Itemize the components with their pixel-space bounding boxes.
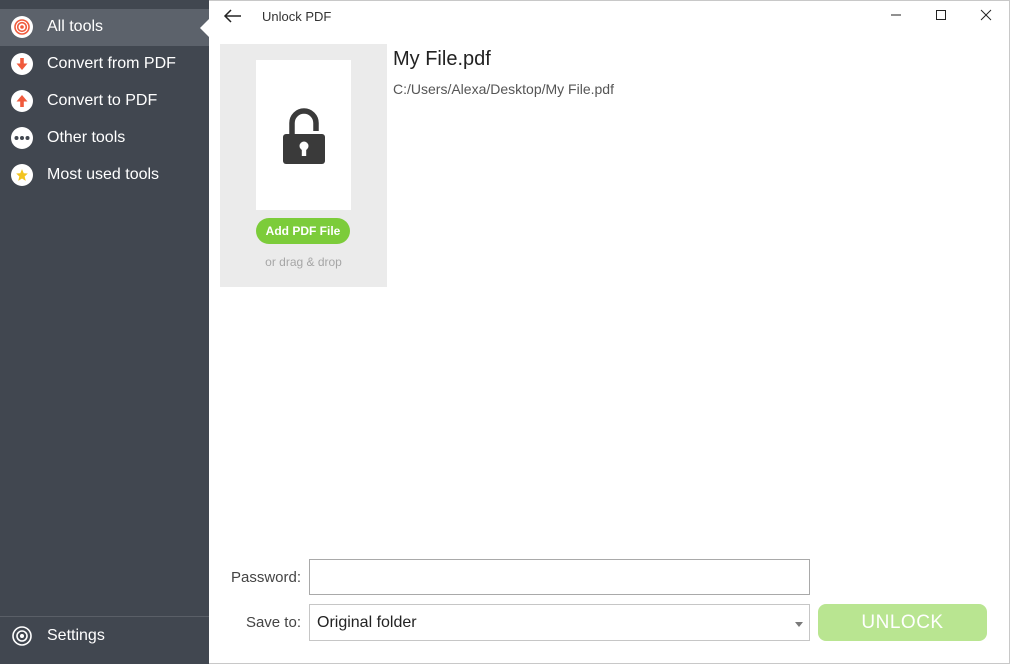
- arrow-down-icon: [11, 53, 33, 75]
- active-indicator: [200, 19, 209, 37]
- password-input[interactable]: [309, 559, 810, 595]
- sidebar-item-all-tools[interactable]: All tools: [0, 9, 209, 46]
- maximize-button[interactable]: [919, 0, 963, 30]
- sidebar-item-label: Settings: [47, 627, 105, 644]
- unlock-icon: [283, 108, 325, 164]
- save-to-label: Save to:: [245, 614, 301, 631]
- window-border: [209, 0, 1010, 1]
- pdf-page-preview: [256, 60, 351, 210]
- file-path: C:/Users/Alexa/Desktop/My File.pdf: [393, 81, 614, 97]
- drag-drop-hint: or drag & drop: [265, 255, 342, 269]
- add-pdf-file-button[interactable]: Add PDF File: [256, 218, 350, 244]
- close-icon: [980, 9, 992, 21]
- sidebar-item-label: Most used tools: [47, 166, 160, 183]
- gear-icon: [11, 625, 33, 647]
- sidebar-item-settings[interactable]: Settings: [0, 618, 209, 655]
- sidebar-item-convert-from-pdf[interactable]: Convert from PDF: [0, 46, 209, 83]
- sidebar-item-label: Convert from PDF: [47, 55, 176, 72]
- save-to-dropdown[interactable]: Original folder: [309, 604, 810, 641]
- sidebar-item-convert-to-pdf[interactable]: Convert to PDF: [0, 83, 209, 120]
- back-arrow-icon: [223, 9, 241, 23]
- back-button[interactable]: [221, 4, 245, 28]
- sidebar-item-most-used-tools[interactable]: Most used tools: [0, 157, 209, 194]
- sidebar-item-label: Convert to PDF: [47, 92, 158, 109]
- close-button[interactable]: [964, 0, 1008, 30]
- target-icon: [11, 16, 33, 38]
- sidebar: All tools Convert from PDF Convert to PD…: [0, 0, 209, 664]
- pdf-drop-zone[interactable]: Add PDF File or drag & drop: [220, 44, 387, 287]
- minimize-icon: [891, 14, 901, 16]
- save-to-value: Original folder: [317, 614, 417, 631]
- sidebar-item-other-tools[interactable]: Other tools: [0, 120, 209, 157]
- minimize-button[interactable]: [874, 0, 918, 30]
- sidebar-item-label: All tools: [47, 18, 104, 35]
- ellipsis-icon: [11, 127, 33, 149]
- maximize-icon: [936, 10, 946, 20]
- title-bar: Unlock PDF: [209, 0, 1010, 32]
- star-icon: [11, 164, 33, 186]
- sidebar-item-label: Other tools: [47, 129, 126, 146]
- password-label: Password:: [230, 569, 301, 586]
- chevron-down-icon: [795, 622, 803, 627]
- arrow-up-icon: [11, 90, 33, 112]
- unlock-button[interactable]: UNLOCK: [818, 604, 987, 641]
- window-title: Unlock PDF: [262, 9, 332, 24]
- file-name: My File.pdf: [393, 48, 491, 70]
- sidebar-divider: [0, 616, 209, 617]
